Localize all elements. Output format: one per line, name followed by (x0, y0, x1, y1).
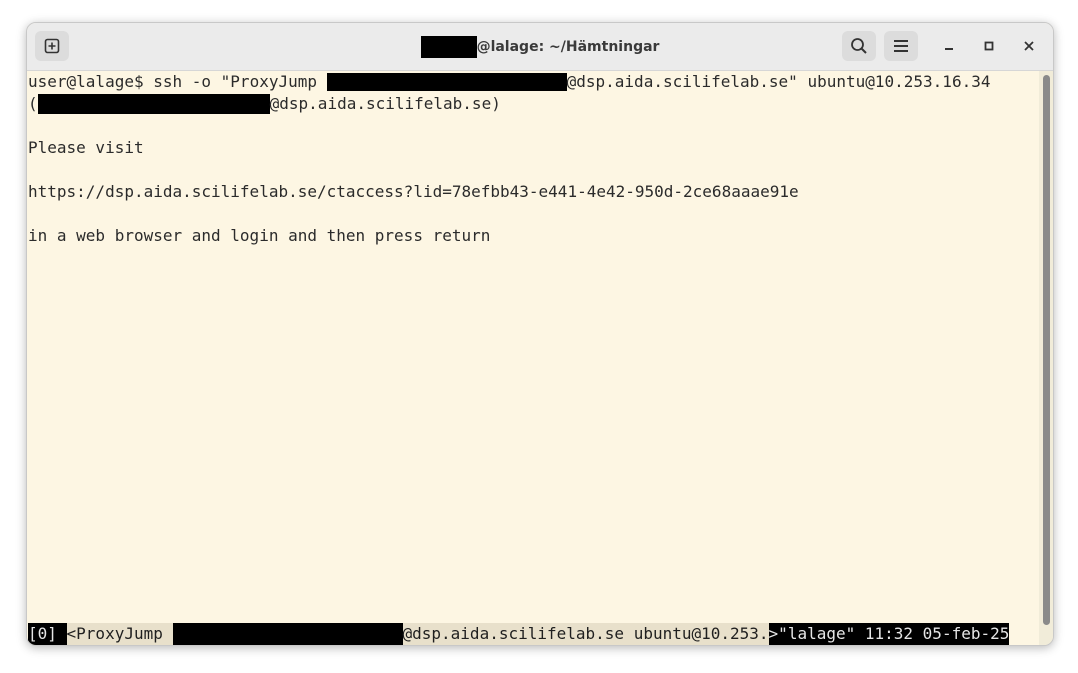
paren-open: ( (28, 94, 38, 113)
maximize-icon (984, 41, 994, 51)
shell-prompt: user@lalage$ (28, 72, 154, 91)
close-button[interactable] (1016, 33, 1042, 59)
terminal-line-instruction: in a web browser and login and then pres… (28, 226, 491, 245)
terminal-window: @lalage: ~/Hämtningar user@lalage$ ssh -… (26, 22, 1054, 646)
window-title-text: @lalage: ~/Hämtningar (476, 38, 660, 55)
terminal-output[interactable]: user@lalage$ ssh -o "ProxyJump @dsp.aida… (28, 71, 1038, 645)
command-text-rest: @dsp.aida.scilifelab.se" ubuntu@10.253.1… (566, 72, 991, 91)
tmux-window-label: <ProxyJump (66, 623, 173, 645)
terminal-line-auth-host: ( @dsp.aida.scilifelab.se) (28, 93, 1038, 115)
tmux-window-prefix: <ProxyJump (66, 624, 173, 643)
hamburger-menu-icon (894, 40, 908, 52)
redacted-proxy-user (326, 73, 567, 91)
tmux-status-bar: [0] <ProxyJump @dsp.aida.scilifelab.se u… (28, 623, 1038, 645)
minimize-button[interactable] (936, 33, 962, 59)
title-bar[interactable]: @lalage: ~/Hämtningar (27, 23, 1053, 71)
redacted-auth-user (37, 94, 270, 114)
search-button[interactable] (842, 31, 876, 61)
terminal-scrollbar[interactable] (1039, 71, 1053, 645)
tmux-window-rest: @dsp.aida.scilifelab.se ubuntu@10.253. (402, 623, 769, 645)
tmux-host-time: >"lalage" 11:32 05-feb-25 (768, 623, 1010, 645)
search-icon (851, 38, 867, 54)
minimize-icon (945, 48, 953, 50)
command-text: ssh -o "ProxyJump (153, 72, 327, 91)
terminal-line-command: user@lalage$ ssh -o "ProxyJump @dsp.aida… (28, 71, 1038, 93)
close-icon (1024, 41, 1034, 51)
redacted-username (420, 35, 477, 58)
scrollbar-thumb[interactable] (1043, 75, 1050, 625)
terminal-line-please-visit: Please visit (28, 138, 144, 157)
redacted-status-user (172, 623, 403, 645)
maximize-button[interactable] (976, 33, 1002, 59)
auth-host-text: @dsp.aida.scilifelab.se) (269, 94, 501, 113)
terminal-line-url[interactable]: https://dsp.aida.scilifelab.se/ctaccess?… (28, 181, 1038, 203)
menu-button[interactable] (884, 31, 918, 61)
tmux-session-label: [0] (28, 623, 67, 645)
